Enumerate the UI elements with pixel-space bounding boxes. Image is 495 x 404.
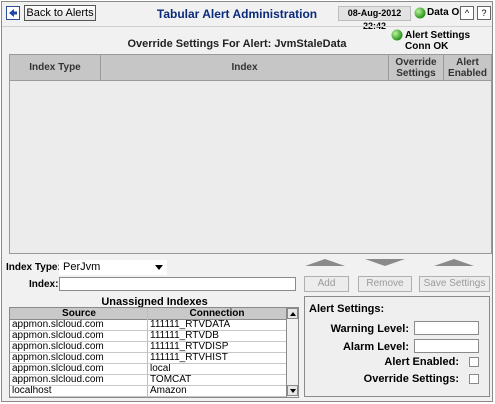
source-cell: appmon.slcloud.com — [12, 331, 104, 341]
override-table-header: Index Type Index Override Settings Alert… — [10, 55, 491, 81]
back-to-alerts-button[interactable]: Back to Alerts — [24, 5, 96, 21]
table-row[interactable]: appmon.slcloud.com 111111_RTVDB — [10, 331, 286, 342]
connection-cell: 111111_RTVDATA — [150, 320, 231, 330]
source-cell: appmon.slcloud.com — [12, 364, 104, 374]
source-cell: appmon.slcloud.com — [12, 375, 104, 385]
page-title: Tabular Alert Administration — [156, 7, 318, 21]
source-cell: localhost — [12, 386, 52, 396]
scroll-up-button[interactable] — [287, 308, 298, 319]
connection-cell: 111111_RTVDB — [150, 331, 219, 341]
alarm-level-input[interactable] — [414, 339, 479, 353]
override-table[interactable]: Index Type Index Override Settings Alert… — [9, 54, 492, 254]
override-settings-title: Override Settings For Alert: JvmStaleDat… — [127, 38, 347, 50]
data-ok-status-icon — [414, 7, 426, 19]
alert-settings-title: Alert Settings: — [309, 303, 385, 315]
alert-enabled-label: Alert Enabled: — [384, 356, 459, 368]
scroll-up-icon — [290, 312, 296, 316]
source-cell: appmon.slcloud.com — [12, 320, 104, 330]
connection-cell: 111111_RTVHIST — [150, 353, 228, 363]
column-header-source[interactable]: Source — [10, 308, 148, 319]
table-row[interactable]: appmon.slcloud.com 111111_RTVDATA — [10, 320, 286, 331]
timestamp: 08-Aug-2012 22:42 — [338, 6, 411, 31]
override-settings-checkbox[interactable] — [469, 374, 479, 384]
conn-status-label: Alert Settings Conn OK — [405, 30, 471, 52]
move-down-arrow-icon[interactable] — [365, 259, 405, 266]
column-header-alert-enabled[interactable]: Alert Enabled — [444, 55, 491, 80]
connection-cell: TOMCAT — [150, 375, 192, 385]
connection-cell: local — [150, 364, 171, 374]
index-label: Index: — [29, 279, 59, 290]
index-type-value: PerJvm — [63, 261, 101, 273]
alert-admin-window: Back to Alerts Tabular Alert Administrat… — [1, 1, 493, 402]
table-row[interactable]: appmon.slcloud.com TOMCAT — [10, 375, 286, 386]
scrollbar[interactable] — [286, 308, 298, 397]
help-button[interactable]: ? — [477, 6, 491, 20]
table-row[interactable]: appmon.slcloud.com 111111_RTVHIST — [10, 353, 286, 364]
scroll-down-button[interactable] — [287, 385, 298, 396]
table-row[interactable]: localhost Amazon — [10, 386, 286, 397]
source-cell: appmon.slcloud.com — [12, 353, 104, 363]
unassigned-table-header: Source Connection — [10, 308, 286, 320]
conn-ok-status-icon — [391, 29, 403, 41]
warning-level-label: Warning Level: — [330, 323, 409, 335]
override-settings-label: Override Settings: — [363, 373, 459, 385]
index-input[interactable] — [59, 277, 296, 291]
connection-cell: 111111_RTVDISP — [150, 342, 229, 352]
table-row[interactable]: appmon.slcloud.com 111111_RTVDISP — [10, 342, 286, 353]
back-arrow-icon[interactable] — [6, 6, 20, 20]
index-type-label: Index Type: — [6, 262, 61, 273]
source-cell: appmon.slcloud.com — [12, 342, 104, 352]
alert-settings-panel: Alert Settings: Warning Level: Alarm Lev… — [304, 296, 490, 397]
column-header-index[interactable]: Index — [101, 55, 389, 80]
caret-up-button[interactable]: ^ — [460, 6, 474, 20]
move-up-arrow-icon[interactable] — [305, 259, 345, 266]
column-header-index-type[interactable]: Index Type — [10, 55, 101, 80]
unassigned-indexes-table[interactable]: Source Connection appmon.slcloud.com 1111… — [9, 307, 299, 398]
connection-cell: Amazon — [150, 386, 187, 396]
remove-button[interactable]: Remove — [358, 276, 412, 292]
top-bar: Back to Alerts Tabular Alert Administrat… — [2, 2, 492, 31]
column-header-connection[interactable]: Connection — [148, 308, 286, 319]
add-button[interactable]: Add — [304, 276, 349, 292]
alert-enabled-checkbox[interactable] — [469, 357, 479, 367]
index-type-select[interactable]: PerJvm — [59, 260, 167, 275]
header-divider — [2, 26, 492, 27]
column-header-override-settings[interactable]: Override Settings — [389, 55, 444, 80]
save-settings-button[interactable]: Save Settings — [419, 276, 490, 292]
table-row[interactable]: appmon.slcloud.com local — [10, 364, 286, 375]
chevron-down-icon — [155, 265, 163, 270]
alarm-level-label: Alarm Level: — [342, 341, 409, 353]
scroll-down-icon — [290, 389, 296, 393]
move-up-arrow-icon-2[interactable] — [434, 259, 474, 266]
warning-level-input[interactable] — [414, 321, 479, 335]
